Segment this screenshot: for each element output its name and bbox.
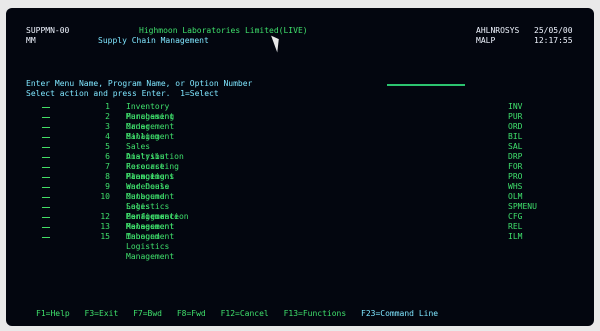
option-input[interactable] <box>42 167 50 168</box>
option-input[interactable] <box>42 177 50 178</box>
f7-key[interactable]: F7=Bwd <box>133 309 162 319</box>
option-input[interactable] <box>42 117 50 118</box>
option-input[interactable] <box>42 227 50 228</box>
option-input[interactable] <box>42 207 50 208</box>
terminal-screen: SUPPMN-00 MM Highmoon Laboratories Limit… <box>6 8 594 326</box>
mouse-pointer-icon <box>271 33 283 53</box>
screen-id: SUPPMN-00 <box>26 26 70 35</box>
option-input[interactable] <box>42 157 50 158</box>
option-input[interactable] <box>42 147 50 148</box>
menu-desc: Billing <box>126 132 160 141</box>
option-input[interactable] <box>42 127 50 128</box>
option-input[interactable] <box>42 137 50 138</box>
menu-code: SPMENU <box>508 202 537 211</box>
menu-code: PUR <box>508 112 523 121</box>
menu-code: FOR <box>508 162 523 171</box>
menu-code: INV <box>508 102 523 111</box>
menu-number: 10 <box>100 192 110 201</box>
menu-number: 6 <box>105 152 110 161</box>
menu-code: ILM <box>508 232 523 241</box>
menu-number: 9 <box>105 182 110 191</box>
option-input[interactable] <box>42 107 50 108</box>
menu-number: 13 <box>100 222 110 231</box>
menu-number: 1 <box>105 102 110 111</box>
menu-number: 2 <box>105 112 110 121</box>
user-id: MALP <box>476 36 496 45</box>
menu-number: 15 <box>100 232 110 241</box>
function-key-bar: F1=Help F3=Exit F7=Bwd F8=Fwd F12=Cancel… <box>36 309 576 319</box>
option-input[interactable] <box>42 217 50 218</box>
time-value: 12:17:55 <box>534 36 573 45</box>
menu-code: DRP <box>508 152 523 161</box>
date-value: 25/05/00 <box>534 26 573 35</box>
menu-title: Supply Chain Management <box>98 36 209 45</box>
f12-key[interactable]: F12=Cancel <box>221 309 269 319</box>
option-input[interactable] <box>42 187 50 188</box>
menu-code: OLM <box>508 192 523 201</box>
f8-key[interactable]: F8=Fwd <box>177 309 206 319</box>
f13-key[interactable]: F13=Functions <box>284 309 347 319</box>
menu-desc: Inbound Logistics Management <box>126 232 175 261</box>
f1-key[interactable]: F1=Help <box>36 309 70 319</box>
menu-code: WHS <box>508 182 523 191</box>
menu-code: BIL <box>508 132 523 141</box>
menu-code: ORD <box>508 122 523 131</box>
option-input[interactable] <box>42 237 50 238</box>
enter-instruction: Enter Menu Name, Program Name, or Option… <box>26 79 253 88</box>
system-id: AHLNROSYS <box>476 26 520 35</box>
menu-number: 8 <box>105 172 110 181</box>
option-input[interactable] <box>42 197 50 198</box>
menu-number: 4 <box>105 132 110 141</box>
menu-code: SAL <box>508 142 523 151</box>
menu-code: REL <box>508 222 523 231</box>
menu-id: MM <box>26 36 36 45</box>
f3-key[interactable]: F3=Exit <box>85 309 119 319</box>
menu-number: 12 <box>100 212 110 221</box>
menu-code: CFG <box>508 212 523 221</box>
f23-key[interactable]: F23=Command Line <box>361 309 438 319</box>
menu-number: 7 <box>105 162 110 171</box>
select-instruction: Select action and press Enter. 1=Select <box>26 89 219 98</box>
menu-number: 3 <box>105 122 110 131</box>
menu-number: 5 <box>105 142 110 151</box>
command-input[interactable] <box>387 84 465 86</box>
menu-code: PRO <box>508 172 523 181</box>
company-title: Highmoon Laboratories Limited(LIVE) <box>139 26 308 35</box>
